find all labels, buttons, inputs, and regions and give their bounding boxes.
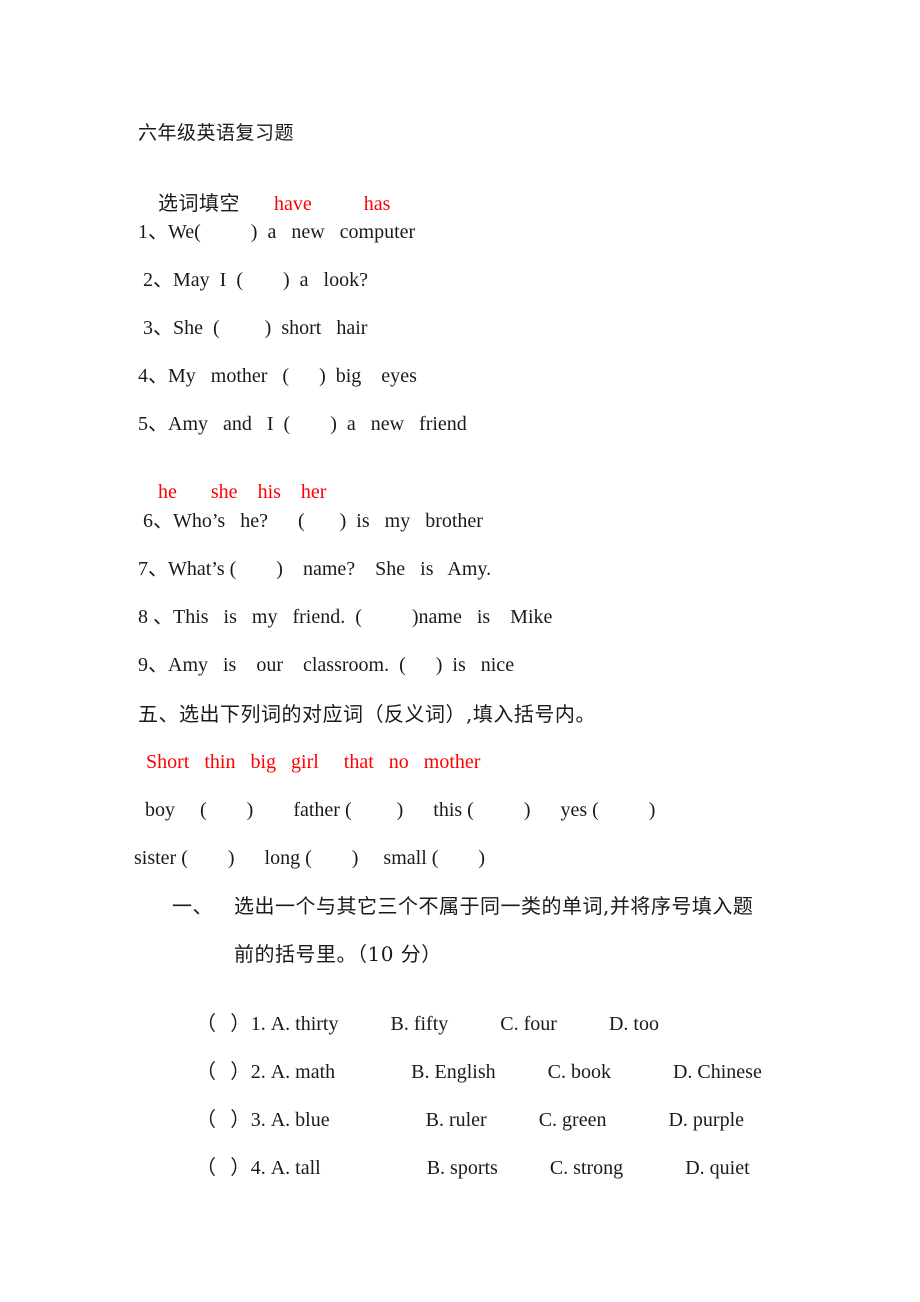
option-c[interactable]: C. book bbox=[548, 1061, 611, 1083]
section-one-number: 一、 bbox=[172, 894, 213, 918]
fill-in-item-9: 9、Amy is our classroom. ( ) is nice bbox=[138, 654, 515, 676]
mc-question-4: （ ）4. A. tall B. sports C. strong D. quiet bbox=[176, 1137, 750, 1198]
answer-bracket[interactable]: （ ） bbox=[196, 1155, 251, 1179]
word-bank-have: have bbox=[274, 193, 312, 215]
document-page: 六年级英语复习题 选词填空 have has 1、We( ) a new compu… bbox=[0, 0, 920, 1302]
page-title: 六年级英语复习题 bbox=[138, 122, 295, 144]
option-d[interactable]: D. too bbox=[609, 1013, 659, 1035]
option-d[interactable]: D. purple bbox=[668, 1109, 744, 1131]
option-c[interactable]: C. green bbox=[539, 1109, 607, 1131]
fill-in-item-3: 3、She ( ) short hair bbox=[138, 317, 368, 339]
section-one-heading-line-2: 前的括号里。（10 分） bbox=[234, 942, 442, 966]
fill-in-item-7: 7、What’s ( ) name? She is Amy. bbox=[138, 558, 492, 580]
fill-in-item-4: 4、My mother ( ) big eyes bbox=[138, 365, 417, 387]
option-b[interactable]: B. English bbox=[411, 1061, 495, 1083]
fill-in-item-1: 1、We( ) a new computer bbox=[138, 221, 416, 243]
option-b[interactable]: B. fifty bbox=[391, 1013, 449, 1035]
question-number: 2. bbox=[250, 1061, 271, 1083]
word-bank-she: she bbox=[210, 481, 238, 503]
option-b[interactable]: B. ruler bbox=[426, 1109, 487, 1131]
option-a[interactable]: A. tall bbox=[271, 1157, 321, 1179]
fill-in-item-6: 6、Who’s he? ( ) is my brother bbox=[138, 510, 483, 532]
section-one-heading-line-1: 选出一个与其它三个不属于同一类的单词,并将序号填入题 bbox=[234, 894, 754, 918]
question-number: 4. bbox=[250, 1157, 271, 1179]
question-number: 1. bbox=[250, 1013, 271, 1035]
word-bank-her: her bbox=[300, 481, 327, 503]
option-a[interactable]: A. thirty bbox=[271, 1013, 339, 1035]
option-c[interactable]: C. four bbox=[500, 1013, 557, 1035]
fill-in-item-5: 5、Amy and I ( ) a new friend bbox=[138, 413, 467, 435]
word-bank-has: has bbox=[363, 193, 391, 215]
fill-in-item-2: 2、May I ( ) a look? bbox=[138, 269, 368, 291]
answer-bracket[interactable]: （ ） bbox=[196, 1107, 251, 1131]
option-c[interactable]: C. strong bbox=[550, 1157, 623, 1179]
section-five-pairs-row-1: boy ( ) father ( ) this ( ) yes ( ) bbox=[140, 799, 656, 821]
section-five-heading: 五、选出下列词的对应词（反义词）,填入括号内。 bbox=[138, 702, 596, 726]
option-a[interactable]: A. blue bbox=[271, 1109, 330, 1131]
answer-bracket[interactable]: （ ） bbox=[196, 1011, 251, 1035]
section-five-word-bank: Short thin big girl that no mother bbox=[146, 751, 481, 773]
option-b[interactable]: B. sports bbox=[427, 1157, 498, 1179]
option-d[interactable]: D. Chinese bbox=[673, 1061, 762, 1083]
option-a[interactable]: A. math bbox=[271, 1061, 335, 1083]
fill-in-item-8: 8 、This is my friend. ( )name is Mike bbox=[138, 606, 553, 628]
option-d[interactable]: D. quiet bbox=[685, 1157, 749, 1179]
fill-in-heading: 选词填空 bbox=[158, 191, 240, 215]
question-number: 3. bbox=[250, 1109, 271, 1131]
section-five-pairs-row-2: sister ( ) long ( ) small ( ) bbox=[134, 847, 486, 869]
word-bank-he: he bbox=[158, 481, 177, 503]
answer-bracket[interactable]: （ ） bbox=[196, 1059, 251, 1083]
word-bank-his: his bbox=[257, 481, 281, 503]
